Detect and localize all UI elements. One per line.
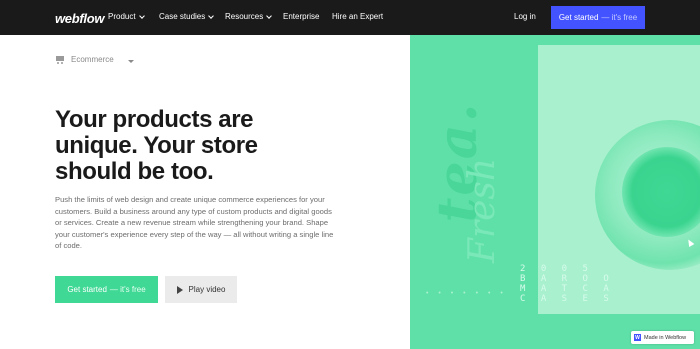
dot-divider: • • • • • • •: [426, 290, 507, 297]
button-label: Get started: [67, 285, 107, 294]
button-label: Play video: [188, 285, 226, 294]
category-label: Ecommerce: [71, 55, 114, 64]
chevron-down-icon: [266, 12, 273, 19]
cta-label: Get started: [558, 13, 599, 22]
category-dropdown[interactable]: Ecommerce: [55, 55, 134, 64]
nav-item-hire-expert[interactable]: Hire an Expert: [332, 12, 383, 21]
nav-item-resources[interactable]: Resources: [225, 12, 273, 21]
caret-down-icon: [127, 59, 134, 63]
nav-item-enterprise[interactable]: Enterprise: [283, 12, 319, 21]
play-video-button[interactable]: Play video: [165, 276, 237, 303]
get-started-button[interactable]: Get started — it's free: [551, 6, 645, 29]
play-icon: [176, 285, 183, 294]
nav-item-label: Resources: [225, 12, 264, 21]
headline-line: should be too.: [55, 158, 214, 185]
get-started-free-button[interactable]: Get started — it's free: [55, 276, 158, 303]
nav-item-product[interactable]: Product: [108, 12, 145, 21]
hero-headline: Your products are unique. Your store sho…: [55, 107, 375, 185]
nav-item-label: Enterprise: [283, 12, 320, 21]
top-nav: webflow Product Case studies Resources E…: [0, 0, 700, 35]
headline-line: Your products are: [55, 106, 254, 133]
hero-description: Push the limits of web design and create…: [55, 195, 334, 251]
nav-item-case-studies[interactable]: Case studies: [159, 12, 215, 21]
hero-image: tea. Fresh • • • • • • • 2 0 0 5 B A R O…: [410, 35, 700, 349]
chevron-down-icon: [208, 12, 215, 19]
button-sublabel: — it's free: [109, 285, 146, 294]
nav-item-label: Hire an Expert: [332, 12, 384, 21]
webflow-logo[interactable]: webflow: [55, 11, 104, 26]
package-lettering: 2 0 0 5 B A R O O M A T C A C A S E S: [520, 264, 614, 304]
cta-sublabel: — it's free: [601, 13, 638, 22]
made-in-webflow-badge[interactable]: W Made in Webflow: [631, 331, 694, 344]
fresh-lettering: Fresh: [462, 157, 504, 264]
nav-item-label: Case studies: [159, 12, 206, 21]
nav-item-label: Product: [108, 12, 136, 21]
chevron-down-icon: [138, 12, 145, 19]
cart-icon: [55, 55, 65, 64]
headline-line: unique. Your store: [55, 132, 258, 159]
badge-label: Made in Webflow: [644, 334, 687, 341]
login-link[interactable]: Log in: [514, 12, 536, 21]
webflow-icon: W: [634, 334, 641, 341]
